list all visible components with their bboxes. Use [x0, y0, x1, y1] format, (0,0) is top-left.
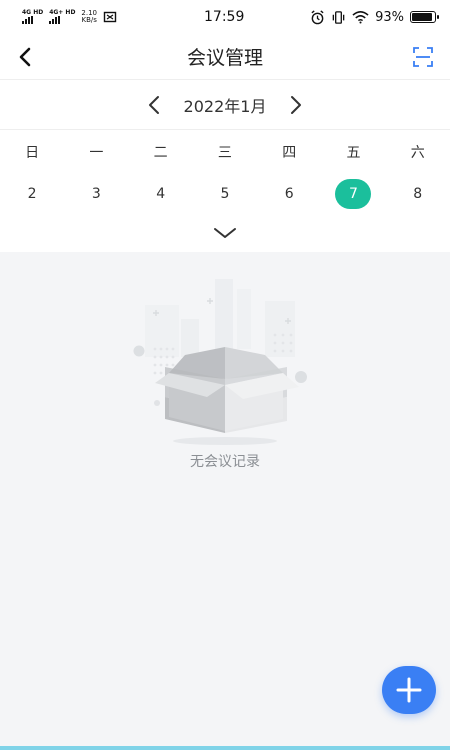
day-row: 2 3 4 5 6 7 8	[0, 174, 450, 214]
weekday-sun: 日	[25, 145, 40, 161]
empty-message: 无会议记录	[190, 454, 260, 470]
chevron-down-icon[interactable]	[212, 225, 238, 241]
signal-bars-icon	[49, 16, 61, 24]
add-meeting-button[interactable]	[382, 666, 436, 714]
battery-percent: 93%	[375, 9, 404, 25]
scan-icon[interactable]	[412, 46, 434, 68]
day-cell: 4	[129, 174, 193, 214]
battery-fill	[412, 13, 433, 21]
screenshot-icon	[103, 11, 117, 23]
empty-box-illustration	[133, 279, 307, 445]
signal-2: 4G+ HD	[49, 10, 75, 24]
battery-icon	[410, 11, 439, 23]
wifi-icon	[352, 11, 369, 24]
plus-icon	[396, 677, 422, 703]
week-calendar: 日 一 二 三 四 五 六 2 3 4 5 6 7 8	[0, 130, 450, 252]
vibrate-icon	[332, 10, 345, 24]
signal-bars-icon	[22, 16, 33, 24]
day-5[interactable]: 5	[208, 180, 242, 208]
next-month-icon[interactable]	[284, 94, 306, 116]
chevron-left-icon[interactable]	[14, 45, 38, 69]
day-3[interactable]: 3	[79, 180, 113, 208]
day-cell: 2	[0, 174, 64, 214]
status-bar-left: 4G HD 4G+ HD 2.10 KB/s	[22, 10, 192, 24]
weekday-wed: 三	[217, 145, 232, 161]
net-speed-unit: KB/s	[81, 16, 97, 24]
weekday-fri: 五	[346, 145, 361, 161]
alarm-icon	[311, 9, 324, 24]
expand-calendar	[0, 214, 450, 252]
day-cell: 5	[193, 174, 257, 214]
nav-bar: 会议管理	[0, 34, 450, 80]
status-time: 17:59	[204, 9, 245, 25]
page-title: 会议管理	[186, 47, 263, 69]
day-8[interactable]: 8	[401, 180, 435, 208]
month-selector: 2022年1月	[0, 80, 450, 130]
day-7-selected[interactable]: 7	[335, 179, 372, 209]
day-cell: 6	[257, 174, 321, 214]
day-cell: 8	[386, 174, 450, 214]
net-speed: 2.10 KB/s	[81, 10, 97, 24]
weekday-tue: 二	[153, 145, 168, 161]
day-cell: 7	[321, 174, 385, 214]
weekday-thu: 四	[282, 145, 297, 161]
weekday-mon: 一	[89, 145, 104, 161]
bottom-edge	[0, 746, 450, 750]
signal-1: 4G HD	[22, 10, 43, 24]
weekday-sat: 六	[410, 145, 425, 161]
day-6[interactable]: 6	[272, 180, 306, 208]
day-4[interactable]: 4	[144, 180, 178, 208]
status-bar-right: 93%	[310, 9, 439, 25]
weekday-header: 日 一 二 三 四 五 六	[0, 130, 450, 174]
empty-state: 无会议记录	[0, 275, 450, 475]
status-bar: 4G HD 4G+ HD 2.10 KB/s 17:59 93%	[0, 0, 450, 34]
prev-month-icon[interactable]	[144, 94, 166, 116]
day-cell: 3	[64, 174, 128, 214]
day-2[interactable]: 2	[15, 180, 49, 208]
month-label: 2022年1月	[183, 96, 267, 116]
